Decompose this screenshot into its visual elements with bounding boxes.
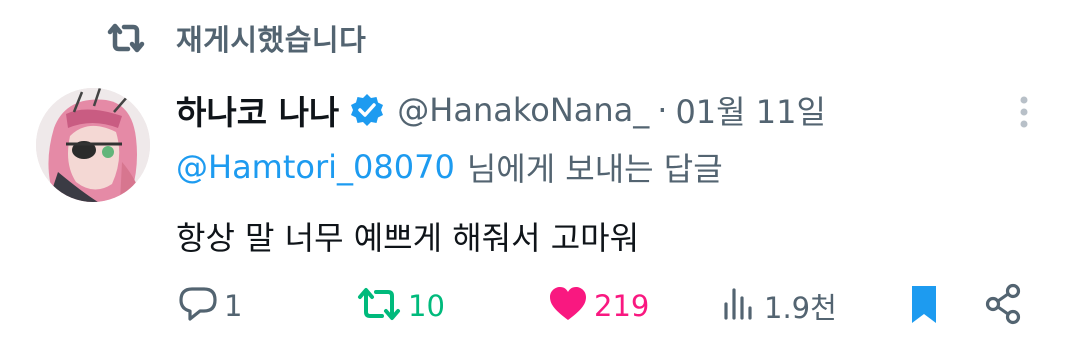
- like-count: 219: [594, 289, 650, 323]
- repost-label: 재게시했습니다: [176, 23, 367, 57]
- views-icon: [720, 284, 760, 328]
- author-display-name[interactable]: 하나코 나나: [176, 86, 339, 134]
- repost-context[interactable]: 재게시했습니다: [106, 18, 366, 58]
- share-icon: [982, 282, 1026, 330]
- like-button[interactable]: 219: [546, 282, 649, 330]
- separator-dot: ·: [657, 91, 668, 129]
- repost-button[interactable]: 10: [354, 282, 445, 330]
- tweet-timestamp[interactable]: 01월 11일: [675, 87, 826, 133]
- share-button[interactable]: [982, 282, 1026, 330]
- more-vertical-icon[interactable]: [1012, 94, 1036, 130]
- reply-icon: [176, 284, 220, 328]
- tweet-header: 하나코 나나 @HanakoNana_ · 01월 11일: [176, 82, 826, 138]
- verified-badge-icon[interactable]: [349, 92, 385, 128]
- repost-count: 10: [408, 289, 445, 323]
- reply-button[interactable]: 1: [176, 282, 242, 330]
- repost-icon: [354, 284, 404, 328]
- heart-icon: [546, 284, 590, 328]
- bookmark-button[interactable]: [906, 282, 942, 330]
- views-count: 1.9천: [764, 291, 837, 325]
- avatar[interactable]: [36, 88, 150, 202]
- reply-context: @Hamtori_08070 님에게 보내는 답글: [176, 142, 723, 192]
- reply-context-label: 님에게 보내는 답글: [466, 150, 723, 188]
- reply-mention-link[interactable]: @Hamtori_08070: [176, 148, 455, 186]
- author-handle[interactable]: @HanakoNana_: [397, 91, 649, 129]
- bookmark-icon: [906, 283, 942, 329]
- views-button[interactable]: 1.9천: [720, 282, 837, 330]
- tweet-text: 항상 말 너무 예쁘게 해줘서 고마워: [176, 219, 640, 257]
- repost-icon: [106, 18, 148, 58]
- reply-count: 1: [224, 289, 243, 323]
